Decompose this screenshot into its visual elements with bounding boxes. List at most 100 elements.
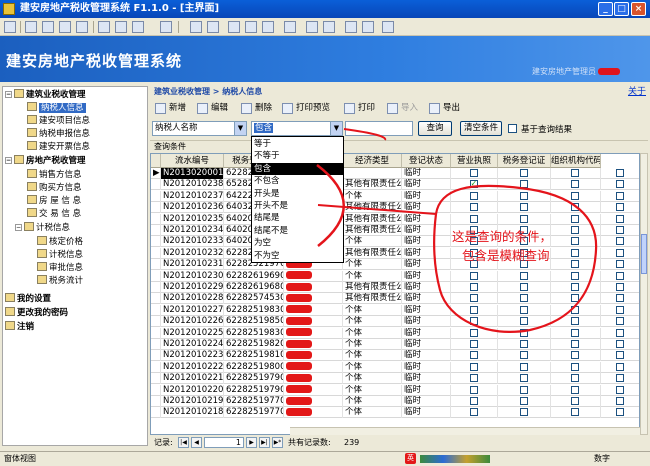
sidebar-item-invoice[interactable]: 建安开票信息 [27,141,90,153]
cell-checkbox[interactable] [551,168,601,179]
operator-option[interactable]: 等于 [252,138,343,150]
sidebar-item-approval[interactable]: 审批信息 [37,262,83,274]
row-checkbox[interactable] [571,305,579,314]
cell-checkbox[interactable] [498,282,551,293]
cell-taxpayer-name[interactable] [284,384,343,396]
row-checkbox[interactable] [571,351,579,360]
row-checkbox[interactable] [616,271,624,280]
cell-status[interactable]: 临时 [402,396,451,407]
cell-tax-number[interactable]: 622825745300 [224,293,284,305]
new-record-nav-button[interactable]: ▶* [272,437,283,448]
row-checkbox[interactable] [571,226,579,234]
row-checkbox[interactable] [571,397,579,405]
sidebar-item-taxpayer[interactable]: 纳税人信息 [27,102,86,114]
row-checkbox[interactable] [616,408,624,417]
row-selector[interactable] [151,282,161,293]
row-selector[interactable] [151,225,161,236]
cell-serial[interactable]: N2012010233 [161,236,224,248]
row-checkbox[interactable] [469,374,478,383]
row-selector[interactable] [151,407,161,419]
cell-taxpayer-name[interactable] [284,293,343,305]
cell-status[interactable]: 临时 [402,373,451,385]
cell-tax-number[interactable]: 622825197700 [224,407,284,419]
cell-economic-type[interactable]: 个体 [343,259,402,271]
row-checkbox[interactable] [616,226,624,234]
cell-tax-number[interactable]: 622825198100 [224,350,284,362]
export-button[interactable]: 导出 [428,100,460,117]
copy-icon[interactable] [115,21,127,33]
row-checkbox[interactable] [469,351,478,360]
cell-checkbox[interactable] [498,293,551,305]
table-row[interactable]: N2012010229622826196800 其他有限责任公临时 [151,282,639,293]
view-icon[interactable] [4,21,16,33]
cell-economic-type[interactable]: 个体 [343,236,402,248]
cell-status[interactable]: 临时 [402,407,451,419]
cell-economic-type[interactable]: 个体 [343,190,402,202]
cell-checkbox[interactable] [551,213,601,225]
cell-tax-number[interactable]: 622825197700 [224,396,284,407]
cell-tax-number[interactable]: 622826196800 [224,282,284,293]
table-row[interactable]: N2012010219622825197700 个体临时 [151,396,639,407]
row-checkbox[interactable] [469,294,478,303]
filter-icon[interactable] [228,21,240,33]
cell-checkbox[interactable] [551,225,601,236]
cell-checkbox[interactable] [551,236,601,248]
row-checkbox[interactable] [616,191,624,200]
cell-checkbox[interactable] [498,327,551,339]
column-header[interactable]: 营业执照 [451,154,498,168]
row-checkbox[interactable] [469,305,478,314]
cell-status[interactable]: 临时 [402,202,451,214]
row-checkbox[interactable] [616,180,624,189]
sidebar-item-price[interactable]: 核定价格 [37,236,83,248]
row-checkbox[interactable] [469,408,478,417]
row-selector[interactable] [151,259,161,271]
operator-option[interactable]: 不等于 [252,150,343,162]
row-checkbox[interactable] [571,260,579,269]
row-checkbox[interactable] [469,283,478,291]
cell-checkbox[interactable] [451,384,498,396]
last-record-button[interactable]: ▶| [259,437,270,448]
cell-checkbox[interactable] [601,248,639,259]
cell-status[interactable]: 临时 [402,361,451,373]
cell-tax-number[interactable]: 622825198300 [224,304,284,316]
ime-icon[interactable]: 英 [405,453,416,464]
row-selector[interactable] [151,373,161,385]
row-checkbox[interactable] [571,317,579,326]
sidebar-group-construction[interactable]: − 建筑业税收管理 [5,89,86,101]
cell-checkbox[interactable] [601,350,639,361]
table-row[interactable]: N2012010220622825197900 个体临时 [151,384,639,396]
row-selector[interactable] [151,304,161,316]
table-row[interactable]: N2012010233 64020 个体 临时 [151,236,639,248]
row-checkbox[interactable] [469,397,478,405]
cell-checkbox[interactable] [551,373,601,385]
cell-status[interactable]: 临时 [402,236,451,248]
row-checkbox[interactable] [519,214,528,223]
first-record-button[interactable]: |◀ [178,437,189,448]
table-row[interactable]: N2012010222622825198000 个体临时 [151,361,639,373]
save-icon[interactable] [25,21,37,33]
cell-checkbox[interactable] [601,339,639,350]
row-checkbox[interactable] [616,248,624,257]
cell-checkbox[interactable] [451,304,498,316]
cell-checkbox[interactable] [601,168,639,179]
row-selector[interactable] [151,247,161,259]
row-checkbox[interactable] [571,408,579,417]
row-selector[interactable]: ▶ [151,168,161,179]
row-selector[interactable] [151,396,161,407]
cell-checkbox[interactable] [451,350,498,362]
search-field-select[interactable]: 纳税人名称 ▼ [152,121,247,136]
cell-serial[interactable]: N2012010219 [161,396,224,407]
cell-checkbox[interactable] [498,350,551,362]
cell-serial[interactable]: N2012010218 [161,407,224,419]
cell-checkbox[interactable] [601,362,639,373]
table-row[interactable]: N2012010221622825197900 个体临时 [151,373,639,385]
cell-serial[interactable]: N2012010227 [161,304,224,316]
table-row[interactable]: N2012010226622825198500 个体临时 [151,316,639,328]
sidebar-change-password[interactable]: 更改我的密码 [5,307,68,319]
cell-status[interactable]: 临时 [402,247,451,259]
cell-checkbox[interactable] [601,179,639,190]
cell-economic-type[interactable]: 个体 [343,316,402,328]
prev-record-button[interactable]: ◀ [191,437,202,448]
row-checkbox[interactable] [519,362,528,371]
next-record-button[interactable]: ▶ [246,437,257,448]
